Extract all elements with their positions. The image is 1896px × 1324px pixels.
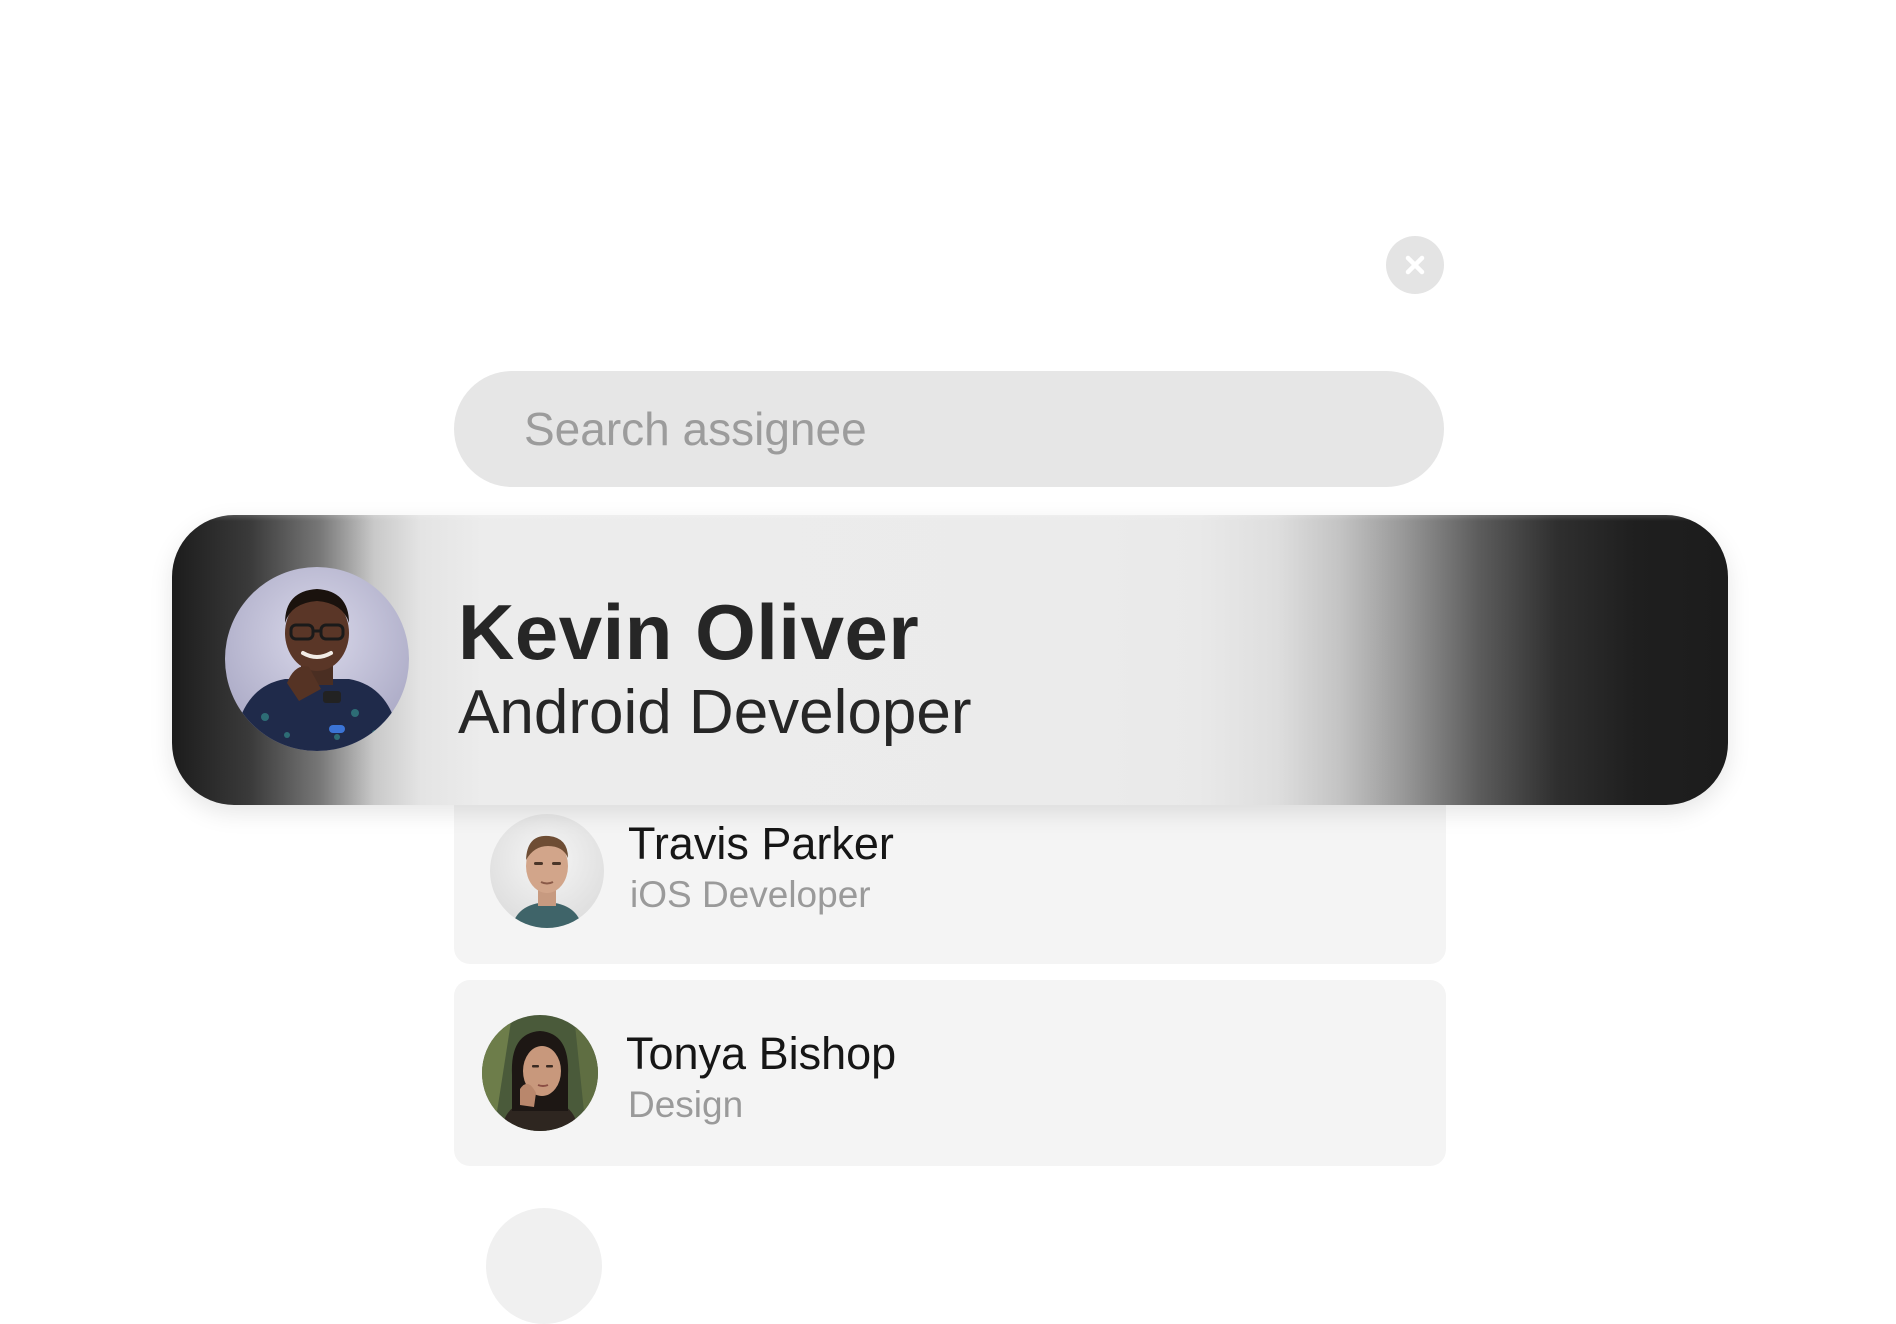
assignee-role: iOS Developer bbox=[630, 874, 871, 915]
selected-assignee-name: Kevin Oliver bbox=[458, 588, 920, 676]
assignee-name: Travis Parker bbox=[628, 818, 894, 869]
assignee-card-tonya-bishop[interactable]: Tonya Bishop Design bbox=[454, 980, 1446, 1166]
selected-assignee-role: Android Developer bbox=[458, 678, 972, 747]
avatar bbox=[490, 814, 604, 928]
assignee-role: Design bbox=[628, 1084, 744, 1125]
close-icon bbox=[1405, 255, 1425, 275]
assignee-name: Tonya Bishop bbox=[626, 1028, 897, 1079]
avatar bbox=[486, 1208, 602, 1324]
avatar bbox=[225, 567, 409, 751]
selected-assignee-card-kevin-oliver[interactable]: Kevin Oliver Android Developer bbox=[172, 515, 1728, 805]
search-field[interactable] bbox=[454, 371, 1444, 487]
avatar bbox=[482, 1015, 598, 1131]
close-button[interactable] bbox=[1386, 236, 1444, 294]
search-input[interactable] bbox=[454, 371, 1444, 487]
